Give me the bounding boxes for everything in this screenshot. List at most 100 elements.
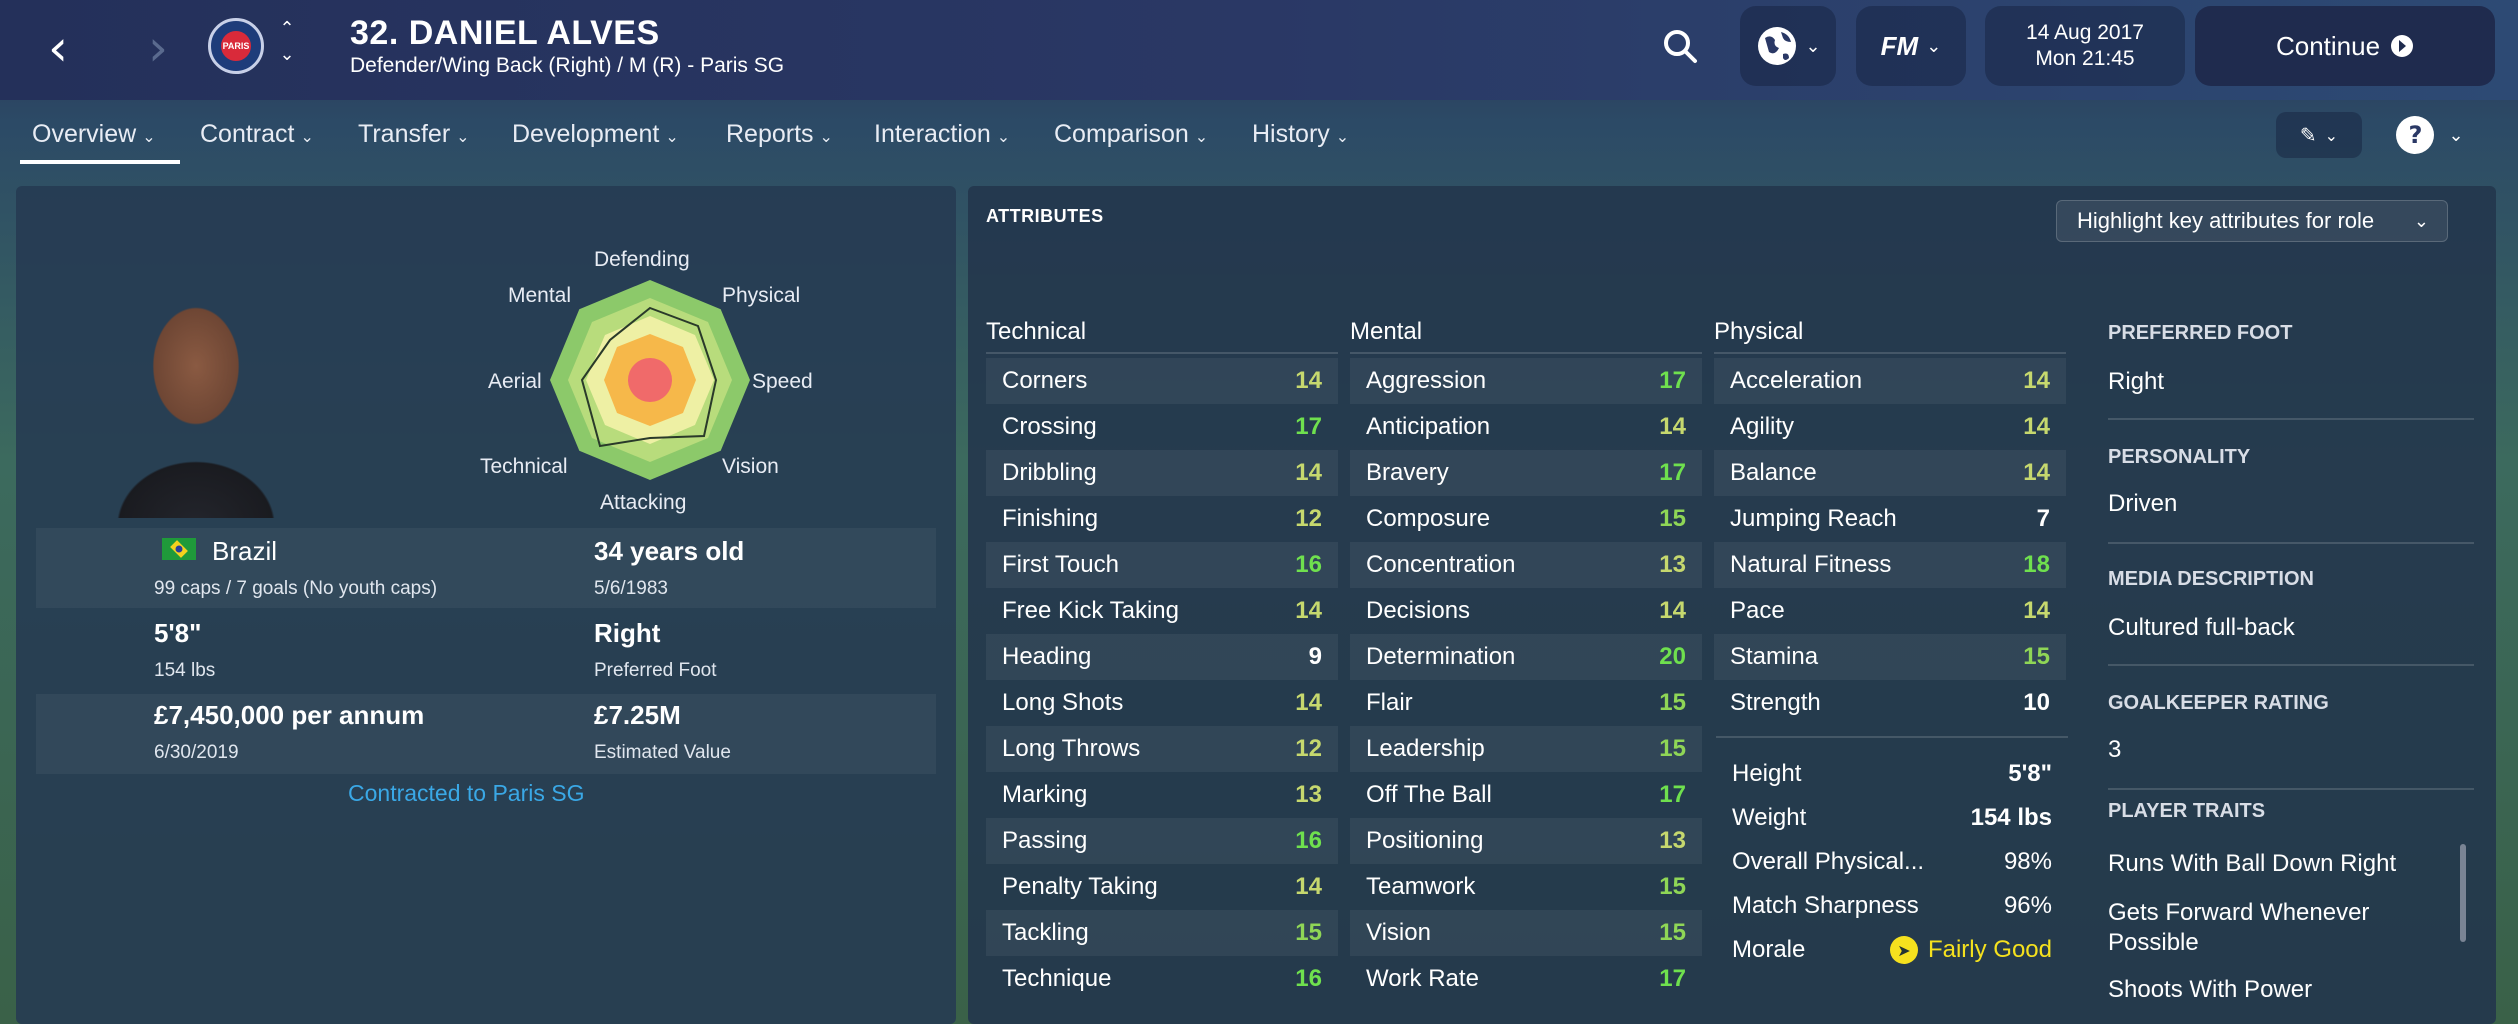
highlight-attributes-dropdown[interactable]: Highlight key attributes for role ⌄ [2056,200,2448,242]
attribute-row[interactable]: Bravery 17 [1350,450,1702,496]
attribute-row[interactable]: Stamina 15 [1714,634,2066,680]
attribute-value: 15 [1659,689,1686,716]
overall-physical-row[interactable]: Overall Physical... 98% [1716,840,2068,884]
attribute-name: Determination [1366,643,1516,670]
attribute-row[interactable]: Positioning 13 [1350,818,1702,864]
chevron-down-icon[interactable]: ⌄ [274,44,300,66]
attribute-row[interactable]: Decisions 14 [1350,588,1702,634]
continue-label: Continue [2275,30,2381,61]
search-icon [1664,30,1697,63]
tab-comparison[interactable]: Comparison ⌄ [1054,120,1208,149]
attribute-value: 12 [1295,735,1322,762]
player-traits-heading: PLAYER TRAITS [2108,800,2266,822]
player-trait: Shoots With Power [2108,976,2313,1003]
back-arrow-icon[interactable]: ‹ [36,22,80,74]
attribute-row[interactable]: Work Rate 17 [1350,956,1702,1002]
attribute-row[interactable]: Long Throws 12 [986,726,1338,772]
attribute-row[interactable]: Balance 14 [1714,450,2066,496]
attribute-value: 13 [1295,781,1322,808]
attribute-row[interactable]: Strength 10 [1714,680,2066,726]
search-button[interactable] [1640,6,1720,86]
attribute-row[interactable]: Passing 16 [986,818,1338,864]
attribute-row[interactable]: Free Kick Taking 14 [986,588,1338,634]
edit-menu-button[interactable]: ✎ ⌄ [2276,112,2362,158]
attribute-value: 14 [2023,459,2050,486]
fm-menu-button[interactable]: FM ⌄ [1856,6,1966,86]
tab-label: Reports [726,120,814,148]
attribute-row[interactable]: Dribbling 14 [986,450,1338,496]
preferred-foot-label: Preferred Foot [594,660,717,681]
club-badge[interactable]: PARIS [208,18,264,74]
stat-value: 98% [2003,848,2052,875]
attribute-name: Work Rate [1366,965,1479,992]
chevron-up-icon[interactable]: ⌃ [274,18,300,40]
attribute-row[interactable]: Teamwork 15 [1350,864,1702,910]
nationality[interactable]: Brazil [212,536,277,567]
attribute-row[interactable]: First Touch 16 [986,542,1338,588]
tab-overview[interactable]: Overview ⌄ [32,120,156,149]
attribute-row[interactable]: Aggression 17 [1350,358,1702,404]
attribute-row[interactable]: Composure 15 [1350,496,1702,542]
tab-history[interactable]: History ⌄ [1252,120,1349,149]
attribute-row[interactable]: Determination 20 [1350,634,1702,680]
attribute-name: Composure [1366,505,1491,532]
attribute-name: Tackling [1002,919,1089,946]
attribute-row[interactable]: Off The Ball 17 [1350,772,1702,818]
attribute-row[interactable]: Agility 14 [1714,404,2066,450]
attribute-name: Decisions [1366,597,1471,624]
attribute-name: Off The Ball [1366,781,1492,808]
attribute-row[interactable]: Tackling 15 [986,910,1338,956]
preferred-foot-heading: PREFERRED FOOT [2108,322,2293,344]
forward-arrow-icon[interactable]: › [136,22,180,74]
tab-reports[interactable]: Reports ⌄ [726,120,833,149]
attribute-row[interactable]: Acceleration 14 [1714,358,2066,404]
attribute-row[interactable]: Vision 15 [1350,910,1702,956]
attribute-row[interactable]: Jumping Reach 7 [1714,496,2066,542]
attribute-value: 14 [1295,597,1322,624]
tab-label: Contract [200,120,295,148]
attribute-value: 17 [1295,413,1322,440]
world-menu-button[interactable]: ⌄ [1740,6,1836,86]
contracted-club-link[interactable]: Contracted to Paris SG [348,780,585,807]
help-menu-button[interactable]: ? ⌄ [2380,112,2480,158]
attribute-name: Heading [1002,643,1092,670]
stat-label: Weight [1732,804,1807,831]
attribute-name: Long Throws [1002,735,1141,762]
traits-scrollbar[interactable] [2460,844,2466,942]
attribute-name: Leadership [1366,735,1485,762]
continue-button[interactable]: Continue [2195,6,2495,86]
attribute-value: 12 [1295,505,1322,532]
match-sharpness-row[interactable]: Match Sharpness 96% [1716,884,2068,928]
fm-logo: FM [1880,30,1919,61]
tab-transfer[interactable]: Transfer ⌄ [358,120,470,149]
tab-contract[interactable]: Contract ⌄ [200,120,314,149]
attribute-row[interactable]: Heading 9 [986,634,1338,680]
attribute-value: 14 [2023,597,2050,624]
morale-row[interactable]: Morale ➤ Fairly Good [1716,928,2068,972]
attribute-row[interactable]: Crossing 17 [986,404,1338,450]
attribute-row[interactable]: Finishing 12 [986,496,1338,542]
tab-development[interactable]: Development ⌄ [512,120,679,149]
attribute-row[interactable]: Leadership 15 [1350,726,1702,772]
attribute-row[interactable]: Flair 15 [1350,680,1702,726]
attribute-row[interactable]: Marking 13 [986,772,1338,818]
attribute-value: 16 [1295,827,1322,854]
attribute-row[interactable]: Anticipation 14 [1350,404,1702,450]
chevron-down-icon: ⌄ [2448,124,2464,146]
attribute-row[interactable]: Long Shots 14 [986,680,1338,726]
attribute-value: 15 [2023,643,2050,670]
goalkeeper-rating-heading: GOALKEEPER RATING [2108,692,2329,714]
attribute-row[interactable]: Technique 16 [986,956,1338,1002]
attribute-row[interactable]: Pace 14 [1714,588,2066,634]
attribute-row[interactable]: Concentration 13 [1350,542,1702,588]
attribute-name: Technique [1002,965,1112,992]
attribute-row[interactable]: Corners 14 [986,358,1338,404]
chevron-down-icon: ⌄ [2413,210,2429,232]
attribute-row[interactable]: Penalty Taking 14 [986,864,1338,910]
attribute-value: 15 [1295,919,1322,946]
attribute-row[interactable]: Natural Fitness 18 [1714,542,2066,588]
radar-label-defending: Defending [594,248,690,271]
tab-interaction[interactable]: Interaction ⌄ [874,120,1010,149]
contract-expiry: 6/30/2019 [154,742,239,763]
attribute-name: Flair [1366,689,1413,716]
